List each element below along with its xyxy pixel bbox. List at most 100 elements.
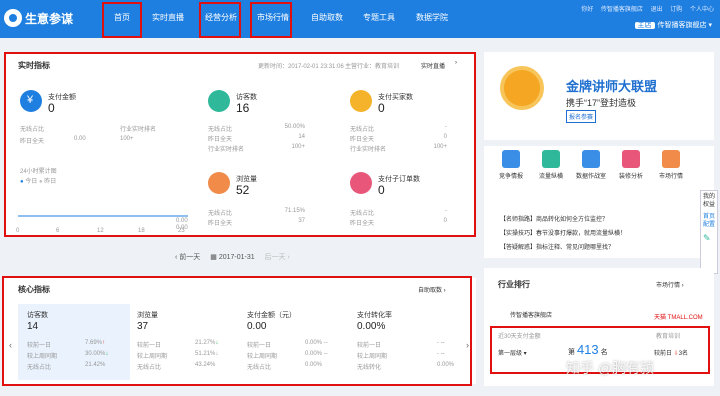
row-label: 昨日全天 <box>208 137 233 143</box>
metric-label: 支付转化率 <box>357 312 392 319</box>
tool-traffic[interactable]: 流量纵横 <box>536 150 566 180</box>
chart-x-tick: 12 <box>97 228 104 234</box>
realtime-chart <box>18 215 188 217</box>
core-title: 核心指标 <box>18 285 50 294</box>
row-value: - <box>445 124 447 130</box>
row-label: 无线占比 <box>247 365 272 371</box>
currency-icon: ¥ <box>20 90 42 112</box>
row-label: 无线占比 <box>350 211 375 217</box>
shop-link[interactable]: 传智播客旗舰店 <box>601 7 643 13</box>
row-label: 无线占比 <box>208 127 233 133</box>
banner-title: 金牌讲师大联盟 <box>566 79 658 94</box>
apply-button[interactable]: 报名参赛 <box>566 110 597 123</box>
metric-value: 0.00% <box>357 321 386 332</box>
logout-link[interactable]: 退出 <box>651 7 663 13</box>
edit-icon[interactable]: ✎ <box>701 231 717 246</box>
logo-icon <box>4 9 22 27</box>
tip-link[interactable]: 【实操技巧】春节没事打爆款，就用流量纵横！ <box>500 228 626 237</box>
tool-decoration[interactable]: 装修分析 <box>616 150 646 180</box>
metric-value: 0 <box>378 101 385 115</box>
industry-label: 主营行业：教育培训 <box>345 64 400 70</box>
metric-value: 0.00 <box>247 321 267 332</box>
buyer-icon <box>350 90 372 112</box>
user-links: 你好 传智播客旗舰店 退出 订购 个人中心 <box>575 4 714 13</box>
prev-day-button[interactable]: ‹ 前一天 <box>175 254 200 261</box>
chart-x-tick: 18 <box>138 228 145 234</box>
live-link[interactable]: 实时直播 <box>421 61 445 70</box>
metric-sub-orders[interactable]: 支付子订单数 0 无线占比 - 昨日全天 0 <box>350 172 447 230</box>
rank-position: 第 413 名 <box>568 342 608 357</box>
self-data-link[interactable]: 自助取数 › <box>418 285 446 294</box>
metric-label: 支付金额（元） <box>247 312 296 319</box>
metric-pay-amount[interactable]: ¥ 支付金额 0 无线占比 昨日全天 0.00 行业实时排名 100+ <box>20 90 170 170</box>
row-label: 昨日全天 <box>350 221 375 227</box>
row-value: 0.00% -- <box>305 340 328 346</box>
profile-link[interactable]: 个人中心 <box>690 7 714 13</box>
chevron-right-icon[interactable]: › <box>455 60 457 66</box>
metric-label: 浏览量 <box>137 312 158 319</box>
core-metric-pageviews[interactable]: 浏览量 37 较前一日 21.27%↓ 较上周同期 51.21%↓ 无线占比 43.2… <box>137 310 247 378</box>
tip-link[interactable]: 【名师指路】商品转化如何全方位监控？ <box>500 214 608 223</box>
nav-self-data[interactable]: 自助取数 <box>311 12 343 23</box>
row-value: 14 <box>298 134 305 140</box>
metric-pageviews[interactable]: 浏览量 52 无线占比 71.15% 昨日全天 37 <box>208 172 305 230</box>
next-day-button[interactable]: 后一天 › <box>265 254 290 261</box>
tool-market[interactable]: 市场行情 <box>656 150 686 180</box>
chart-legend: ● 今日 ● 昨日 <box>20 179 57 185</box>
tool-competition[interactable]: 竞争情报 <box>496 150 526 180</box>
highlight-box <box>199 2 241 38</box>
shop-selector[interactable]: 主店 传智播客旗舰店 ▾ <box>634 20 712 30</box>
row-label: 行业实时排名 <box>208 147 245 153</box>
tip-link[interactable]: 【答疑解惑】指标注释、常见问题哪里找？ <box>500 242 614 251</box>
nav-academy[interactable]: 数据学院 <box>416 12 448 23</box>
row-value: - -- <box>437 340 445 346</box>
chart-y-label: 0.00 <box>176 218 188 224</box>
nav-realtime[interactable]: 实时直播 <box>152 12 184 23</box>
row-label: 较前一日 <box>27 343 52 349</box>
my-rights-link[interactable]: 我的权益 <box>701 191 717 211</box>
row-value: - <box>445 208 447 214</box>
nav-topic-tools[interactable]: 专题工具 <box>363 12 395 23</box>
core-metric-visitors[interactable]: 访客数 14 较前一日 7.69%↑ 较上周同期 30.00%↓ 无线占比 21.42… <box>27 310 137 378</box>
chart-x-tick: 6 <box>56 228 60 234</box>
calendar-icon[interactable]: ▦ <box>210 254 217 261</box>
row-value: 37 <box>298 218 305 224</box>
metric-visitors[interactable]: 访客数 16 无线占比 50.00% 昨日全天 14 行业实时排名 100+ <box>208 90 305 170</box>
row-value: 0 <box>443 134 447 140</box>
row-value: 100+ <box>433 144 447 150</box>
row-label: 无线占比 <box>350 127 375 133</box>
row-label: 昨日全天 <box>20 139 45 145</box>
metric-value: 14 <box>27 321 39 332</box>
metric-label: 访客数 <box>27 312 48 319</box>
highlight-box <box>250 2 292 38</box>
home-config-link[interactable]: 首页配置 <box>701 211 717 231</box>
row-label: 无线占比 <box>208 211 233 217</box>
banner-subtitle: 携手“17”登封造极 <box>566 98 637 108</box>
row-value: 100+ <box>291 144 305 150</box>
watermark: 知乎 @胸有颍 <box>566 360 655 376</box>
row-label: 无线占比 <box>20 127 45 133</box>
update-time: 更新时间：2017-02-01 23:31:06 <box>258 64 344 70</box>
metric-value: 16 <box>236 101 250 115</box>
core-metric-pay-amount[interactable]: 支付金额（元） 0.00 较前一日 0.00% -- 较上周同期 0.00% -- … <box>247 310 357 378</box>
row-label: 较上周同期 <box>357 354 388 360</box>
row-label: 较上周同期 <box>137 354 168 360</box>
row-label: 较上周同期 <box>27 354 58 360</box>
core-metric-conversion[interactable]: 支付转化率 0.00% 较前一日 - -- 较上周同期 - -- 无线转化 0.00% <box>357 310 467 378</box>
row-label: 较前一日 <box>357 343 382 349</box>
metric-value: 0 <box>378 183 385 197</box>
tool-war-room[interactable]: 数据作战室 <box>576 150 606 180</box>
current-date[interactable]: 2017-01-31 <box>219 254 255 261</box>
market-link[interactable]: 市场行情 › <box>656 280 684 289</box>
side-float-bar: 我的权益 首页配置 ✎ <box>700 190 718 274</box>
row-label: 昨日全天 <box>208 221 233 227</box>
order-link[interactable]: 订购 <box>670 7 682 13</box>
row-value: - -- <box>437 351 445 357</box>
row-label: 行业实时排名 <box>350 147 387 153</box>
metric-buyers[interactable]: 支付买家数 0 无线占比 - 昨日全天 0 行业实时排名 100+ <box>350 90 447 170</box>
rank-tier: 第一层级 ▾ <box>498 351 527 357</box>
rank-industry: 教育培训 <box>656 334 681 340</box>
row-value: 0.00% <box>305 362 323 368</box>
chevron-left-icon[interactable]: ‹ <box>9 340 12 350</box>
row-label: 无线转化 <box>357 365 382 371</box>
